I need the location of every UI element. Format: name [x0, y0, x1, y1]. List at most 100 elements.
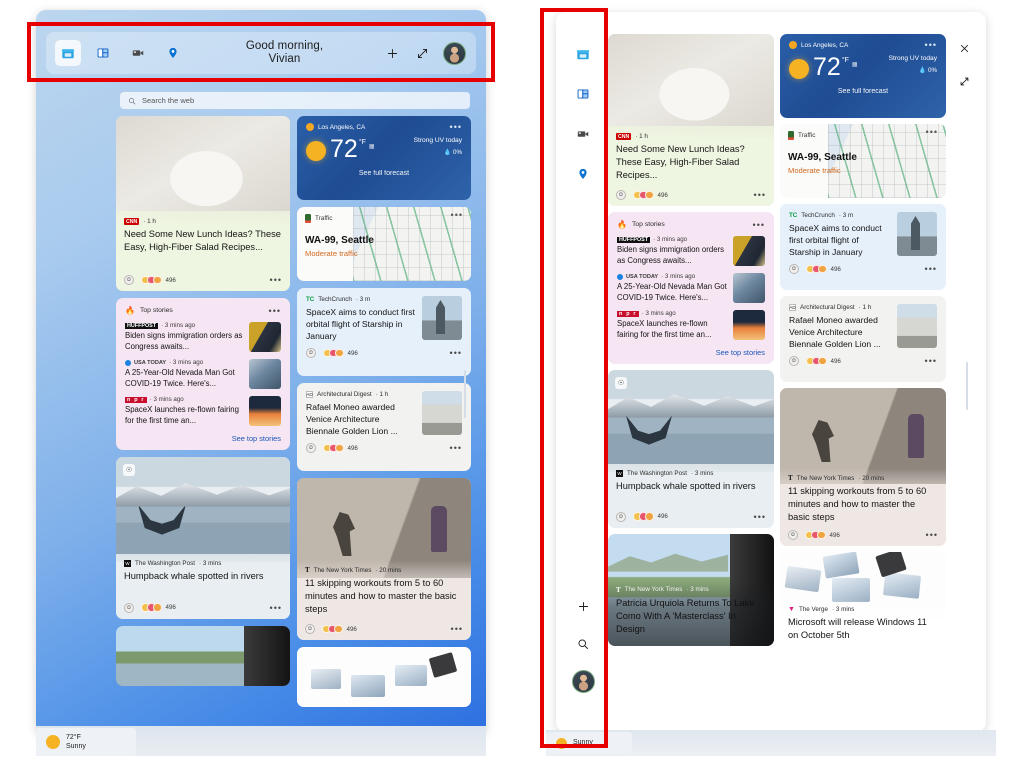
top-stories-widget[interactable]: 🔥 Top stories ••• HUFFPOST · 3 mins ago …: [608, 212, 774, 364]
story-title: SpaceX launches re-flown fairing for the…: [125, 405, 239, 425]
add-widget-button[interactable]: [571, 594, 595, 618]
widget-menu-button[interactable]: •••: [925, 41, 937, 50]
reaction-picker-icon[interactable]: ☺: [616, 511, 626, 522]
reaction-picker-icon[interactable]: ☺: [789, 356, 799, 366]
card-menu-button[interactable]: •••: [450, 349, 462, 358]
laptop-shape: [311, 669, 341, 689]
see-top-stories-link[interactable]: See top stories: [125, 434, 281, 443]
source-time: · 3 m: [355, 296, 371, 303]
location-pin-icon[interactable]: [571, 162, 595, 186]
source-time: · 3 mins: [686, 586, 709, 594]
news-icon[interactable]: [571, 82, 595, 106]
news-icon[interactable]: [90, 40, 116, 66]
source-row: TC TechCrunch · 3 m: [789, 212, 890, 219]
close-icon[interactable]: [956, 41, 972, 57]
expand-icon[interactable]: [413, 44, 431, 62]
article-card-archdigest[interactable]: AD Architectural Digest · 1 h Rafael Mon…: [297, 383, 471, 471]
top-stories-widget[interactable]: 🔥 Top stories ••• HUFFPOST · 3 mins ago …: [116, 298, 290, 450]
traffic-widget[interactable]: Traffic ••• WA-99, Seattle Moderate traf…: [780, 124, 946, 198]
salad-bowl-photo: [608, 34, 774, 138]
scrollbar-thumb[interactable]: [464, 370, 466, 418]
list-item[interactable]: n p r · 3 mins ago SpaceX launches re-fl…: [617, 310, 765, 341]
article-card-whale[interactable]: ☉ W The Washington Post · 3 mins Humpbac…: [116, 456, 290, 619]
card-menu-button[interactable]: •••: [925, 265, 937, 274]
see-full-forecast-link[interactable]: See full forecast: [789, 88, 937, 95]
add-widget-button[interactable]: [383, 44, 401, 62]
article-card-skipping[interactable]: T The New York Times · 20 mins 11 skippi…: [780, 388, 946, 546]
article-card-lunch[interactable]: CNN · 1 h Need Some New Lunch Ideas? The…: [608, 34, 774, 206]
card-menu-button[interactable]: •••: [270, 276, 282, 285]
reaction-picker-icon[interactable]: ☺: [306, 348, 316, 358]
widget-header: Traffic: [788, 131, 815, 140]
widget-title: Traffic: [798, 132, 816, 139]
search-placeholder: Search the web: [142, 96, 195, 105]
card-menu-button[interactable]: •••: [754, 191, 766, 200]
card-menu-button[interactable]: •••: [754, 512, 766, 521]
card-menu-button[interactable]: •••: [925, 357, 937, 366]
list-item[interactable]: USA TODAY · 3 mins ago A 25-Year-Old Nev…: [125, 359, 281, 390]
weather-widget[interactable]: Los Angeles, CA ••• 72 °F ▦ Strong UV to…: [297, 116, 471, 200]
story-source: USA TODAY: [134, 359, 167, 366]
article-card-windows[interactable]: ▼ The Verge · 3 mins Microsoft will rele…: [780, 552, 946, 664]
search-icon[interactable]: [571, 632, 595, 656]
save-icon[interactable]: ☉: [123, 463, 135, 476]
reaction-picker-icon[interactable]: ☺: [124, 275, 134, 285]
avatar[interactable]: [571, 670, 595, 693]
card-menu-button[interactable]: •••: [926, 531, 938, 540]
widget-menu-button[interactable]: •••: [926, 128, 938, 137]
traffic-widget[interactable]: Traffic ••• WA-99, Seattle Moderate traf…: [297, 207, 471, 281]
reaction-picker-icon[interactable]: ☺: [305, 624, 315, 634]
save-icon[interactable]: ☉: [615, 376, 627, 389]
reaction-count: 496: [657, 513, 668, 521]
video-icon[interactable]: [125, 40, 151, 66]
article-card-archdigest[interactable]: AD Architectural Digest · 1 h Rafael Mon…: [780, 296, 946, 382]
list-item[interactable]: USA TODAY · 3 mins ago A 25-Year-Old Nev…: [617, 273, 765, 304]
story-meta: HUFFPOST · 3 mins ago: [125, 322, 243, 329]
widget-menu-button[interactable]: •••: [753, 220, 765, 229]
see-full-forecast-link[interactable]: See full forecast: [306, 170, 462, 177]
article-card-windows[interactable]: [297, 647, 471, 707]
article-card-urquiola[interactable]: [116, 625, 290, 686]
card-body: ▼ The Verge · 3 mins Microsoft will rele…: [780, 600, 946, 664]
reaction-count: 496: [347, 444, 358, 452]
article-card-techcrunch[interactable]: TC TechCrunch · 3 m SpaceX aims to condu…: [780, 204, 946, 290]
weather-temperature: 72: [330, 135, 358, 163]
precip-value: 0%: [453, 149, 462, 156]
store-icon[interactable]: [55, 40, 81, 66]
card-menu-button[interactable]: •••: [450, 444, 462, 453]
article-card-skipping[interactable]: T The New York Times · 20 mins 11 skippi…: [297, 478, 471, 640]
store-icon[interactable]: [571, 42, 595, 66]
traffic-status: Moderate traffic: [788, 166, 841, 175]
see-top-stories-link[interactable]: See top stories: [617, 348, 765, 357]
taskbar-weather-widget-right[interactable]: Sunny: [546, 732, 632, 754]
weather-widget[interactable]: Los Angeles, CA ••• 72 °F ▦ Strong UV to…: [780, 34, 946, 118]
reaction-picker-icon[interactable]: ☺: [788, 530, 798, 540]
avatar[interactable]: [443, 41, 466, 65]
list-item[interactable]: n p r · 3 mins ago SpaceX launches re-fl…: [125, 396, 281, 427]
widget-menu-button[interactable]: •••: [451, 211, 463, 220]
reaction-picker-icon[interactable]: ☺: [616, 190, 626, 200]
reaction-picker-icon[interactable]: ☺: [124, 602, 134, 613]
widgets-board-expanded: Good morning, Vivian Search the web CNN …: [36, 10, 486, 735]
list-item[interactable]: HUFFPOST · 3 mins ago Biden signs immigr…: [125, 322, 281, 352]
scrollbar-thumb[interactable]: [966, 362, 968, 410]
expand-icon[interactable]: [956, 74, 972, 90]
widget-menu-button[interactable]: •••: [450, 123, 462, 132]
article-card-urquiola[interactable]: T The New York Times · 3 mins Patricia U…: [608, 533, 774, 646]
location-pin-icon[interactable]: [160, 40, 186, 66]
article-card-lunch[interactable]: CNN · 1 h Need Some New Lunch Ideas? The…: [116, 116, 290, 291]
article-card-whale[interactable]: ☉ W The Washington Post · 3 mins Humpbac…: [608, 369, 774, 528]
reaction-picker-icon[interactable]: ☺: [306, 443, 316, 453]
widgets-board-with-rail: CNN · 1 h Need Some New Lunch Ideas? The…: [556, 12, 986, 732]
search-input[interactable]: Search the web: [120, 92, 470, 109]
taskbar-weather-widget-left[interactable]: 72°F Sunny: [36, 728, 136, 756]
story-text: HUFFPOST · 3 mins ago Biden signs immigr…: [617, 236, 727, 266]
list-item[interactable]: HUFFPOST · 3 mins ago Biden signs immigr…: [617, 236, 765, 266]
card-menu-button[interactable]: •••: [270, 603, 282, 612]
card-menu-button[interactable]: •••: [451, 625, 463, 634]
widget-menu-button[interactable]: •••: [269, 306, 281, 315]
reaction-picker-icon[interactable]: ☺: [789, 264, 799, 274]
video-icon[interactable]: [571, 122, 595, 146]
droplet-icon: 💧: [443, 149, 452, 156]
article-card-techcrunch[interactable]: TC TechCrunch · 3 m SpaceX aims to condu…: [297, 288, 471, 376]
